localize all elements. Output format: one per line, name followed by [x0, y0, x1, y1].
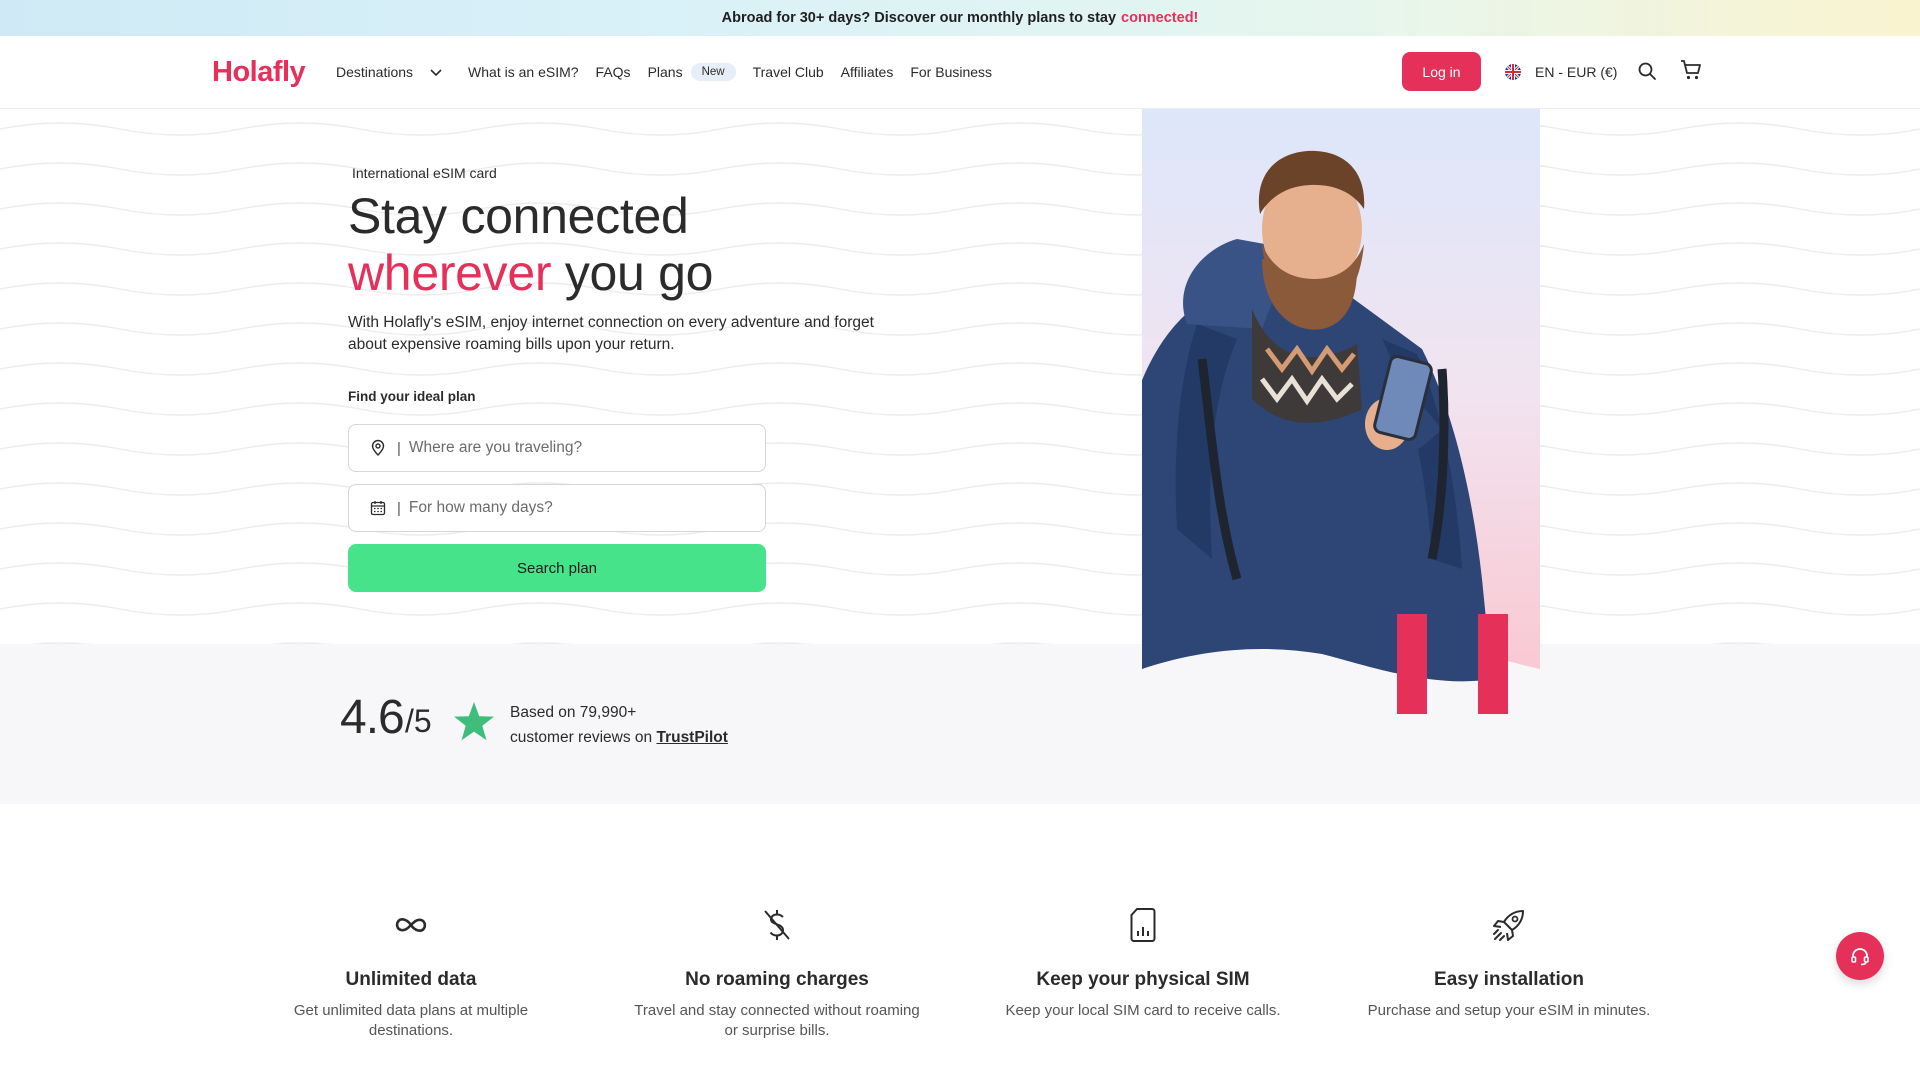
traveler-illustration [1112, 109, 1540, 714]
feature-title: Keep your physical SIM [1036, 969, 1250, 990]
nav-affiliates[interactable]: Affiliates [841, 64, 894, 80]
calendar-icon [370, 501, 386, 516]
chevron-down-icon [430, 69, 442, 77]
days-input[interactable]: | For how many days? [348, 484, 766, 532]
cart-icon[interactable] [1679, 58, 1703, 82]
site-header: Holafly Destinations What is an eSIM? FA… [0, 36, 1920, 108]
hero-title: Stay connected wherever you go [348, 188, 713, 302]
rating-line2: customer reviews on TrustPilot [510, 725, 728, 750]
language-currency-selector[interactable]: EN - EUR (€) [1505, 52, 1617, 91]
support-chat-button[interactable] [1836, 932, 1884, 980]
nav-plans[interactable]: Plans New [648, 63, 736, 81]
rating-line2-text: customer reviews on [510, 729, 657, 746]
wave-pattern [0, 109, 1920, 644]
nav-for-business[interactable]: For Business [910, 64, 992, 80]
trustpilot-star-icon [454, 702, 494, 741]
nav-what-is-esim[interactable]: What is an eSIM? [468, 64, 579, 80]
feature-title: Unlimited data [345, 969, 477, 990]
rocket-icon [1493, 910, 1524, 941]
rating-score: 4.6 [340, 691, 405, 744]
sim-card-icon [1130, 908, 1156, 942]
feature-easy-installation: Easy installation Purchase and setup you… [1359, 905, 1659, 1021]
headset-icon [1851, 948, 1869, 966]
feature-description: Purchase and setup your eSIM in minutes. [1367, 1002, 1651, 1019]
feature-keep-sim: Keep your physical SIM Keep your local S… [993, 905, 1293, 1021]
feature-description: Travel and stay connected without roamin… [634, 1002, 920, 1039]
promo-accent[interactable]: connected! [1121, 10, 1198, 26]
login-button[interactable]: Log in [1402, 52, 1481, 91]
nav-destinations[interactable]: Destinations [336, 64, 451, 80]
main-nav: Destinations What is an eSIM? FAQs Plans… [336, 36, 1009, 108]
new-badge: New [690, 63, 736, 81]
nav-destinations-label: Destinations [336, 64, 414, 80]
search-plan-button[interactable]: Search plan [348, 544, 766, 592]
nav-plans-label: Plans [647, 64, 683, 80]
holafly-logo[interactable]: Holafly [212, 56, 306, 89]
feature-unlimited-data: Unlimited data Get unlimited data plans … [261, 905, 561, 1041]
destination-input[interactable]: | Where are you traveling? [348, 424, 766, 472]
hero-title-rest: you go [551, 245, 714, 301]
hero-title-line1: Stay connected [348, 188, 689, 244]
feature-title: No roaming charges [685, 969, 869, 990]
search-icon[interactable] [1637, 61, 1657, 81]
feature-description: Get unlimited data plans at multiple des… [293, 1002, 529, 1039]
rating-out-of: /5 [405, 703, 432, 739]
rating-description: Based on 79,990+ customer reviews on Tru… [510, 700, 728, 750]
destination-placeholder: Where are you traveling? [408, 439, 583, 456]
promo-banner[interactable]: Abroad for 30+ days? Discover our monthl… [0, 0, 1920, 36]
language-label: EN - EUR (€) [1535, 63, 1618, 80]
feature-description: Keep your local SIM card to receive call… [1005, 1002, 1281, 1019]
cursor-bar: | [397, 499, 401, 517]
days-placeholder: For how many days? [408, 499, 553, 516]
rating-line1: Based on 79,990+ [510, 704, 637, 721]
no-dollar-icon [764, 910, 790, 940]
nav-faqs[interactable]: FAQs [596, 64, 631, 80]
feature-title: Easy installation [1434, 969, 1584, 990]
location-pin-icon [371, 439, 385, 456]
promo-text: Abroad for 30+ days? Discover our monthl… [721, 10, 1117, 26]
hero-title-accent: wherever [348, 245, 552, 301]
hero-photo [1112, 109, 1540, 739]
rating-band [0, 644, 1920, 804]
feature-no-roaming: No roaming charges Travel and stay conne… [627, 905, 927, 1041]
uk-flag-icon [1505, 63, 1521, 80]
cursor-bar: | [397, 439, 401, 457]
hero-eyebrow: International eSIM card [352, 165, 497, 181]
find-plan-label: Find your ideal plan [348, 389, 476, 404]
trustpilot-link[interactable]: TrustPilot [656, 729, 727, 746]
hero-subtitle: With Holafly's eSIM, enjoy internet conn… [348, 314, 874, 353]
infinity-icon [395, 918, 427, 932]
hero-background [0, 109, 1920, 644]
nav-travel-club[interactable]: Travel Club [753, 64, 824, 80]
